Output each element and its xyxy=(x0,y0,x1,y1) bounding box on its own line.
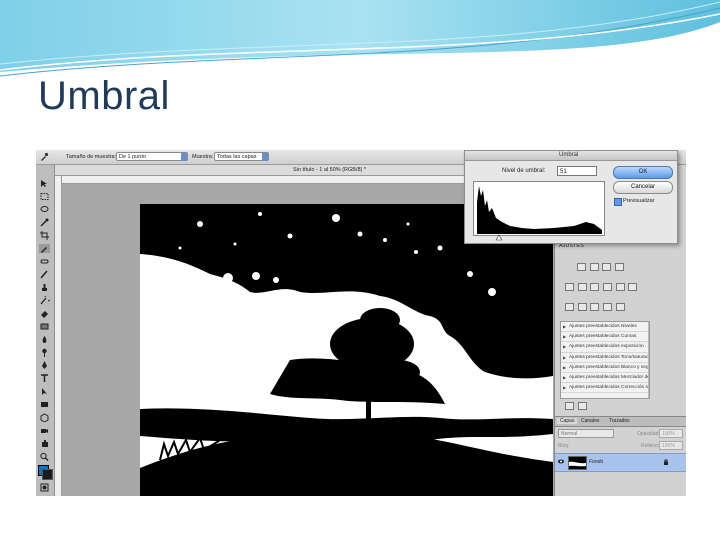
opacity-label: Opacidad: xyxy=(637,431,660,437)
quick-select-tool-icon[interactable] xyxy=(39,218,50,227)
type-tool-icon[interactable] xyxy=(39,374,50,383)
lock-label: Bloq: xyxy=(558,443,570,449)
preset-item[interactable]: Ajustes preestablecidos exposición xyxy=(561,342,649,353)
fill-label: Relleno: xyxy=(641,443,660,449)
sample-size-select[interactable]: De 1 punto xyxy=(116,152,188,161)
curves-icon[interactable] xyxy=(602,263,612,271)
opacity-input[interactable]: 100% xyxy=(659,429,683,438)
sample-size-label: Tamaño de muestra: xyxy=(66,154,117,160)
preset-item[interactable]: Ajustes preestablecidos Curvas xyxy=(561,332,649,343)
threshold-level-input[interactable]: 51 xyxy=(557,166,597,176)
layer-name: Fondo xyxy=(589,459,604,465)
dialog-title: Umbral xyxy=(559,152,579,158)
layer-thumbnail xyxy=(568,456,587,470)
levels-icon[interactable] xyxy=(589,263,599,271)
gradient-map-icon[interactable] xyxy=(603,303,613,311)
lock-icon xyxy=(664,459,668,465)
threshold-level-label: Nivel de umbral: xyxy=(502,168,546,174)
dodge-tool-icon[interactable] xyxy=(39,348,50,357)
preset-item[interactable]: Ajustes preestablecidos Niveles xyxy=(561,322,649,333)
slide-header-decoration xyxy=(0,0,720,77)
adjustment-icons-row-1 xyxy=(577,263,626,271)
sample-value: Todas las capas xyxy=(217,154,257,160)
tab-channels[interactable]: Canales xyxy=(581,418,599,424)
3d-rotate-tool-icon[interactable] xyxy=(39,413,50,422)
vibrance-icon[interactable] xyxy=(565,283,574,291)
3d-camera-tool-icon[interactable] xyxy=(39,426,50,435)
photo-filter-icon[interactable] xyxy=(615,283,625,291)
eraser-tool-icon[interactable] xyxy=(39,309,50,318)
zoom-tool-icon[interactable] xyxy=(39,452,50,461)
black-white-icon[interactable] xyxy=(603,283,613,291)
preset-item[interactable]: Ajustes preestablecidos Blanco y negro xyxy=(561,363,649,373)
invert-icon[interactable] xyxy=(565,303,574,311)
channel-mixer-icon[interactable] xyxy=(628,283,638,291)
panel-bottom-icons xyxy=(565,402,589,410)
vertical-ruler xyxy=(55,176,62,496)
quick-mask-icon[interactable] xyxy=(39,483,50,492)
dialog-titlebar[interactable]: Umbral xyxy=(465,151,677,161)
tab-paths[interactable]: Trazados xyxy=(609,418,630,424)
clip-layer-icon[interactable] xyxy=(565,402,574,410)
threshold-dialog: Umbral Nivel de umbral: 51 OK Cancelar P… xyxy=(464,150,678,244)
color-balance-icon[interactable] xyxy=(590,283,600,291)
slide-title: Umbral xyxy=(38,74,170,118)
sample-size-value: De 1 punto xyxy=(119,154,146,160)
layer-row[interactable]: Fondo xyxy=(555,453,686,472)
path-selection-tool-icon[interactable] xyxy=(39,387,50,396)
cancel-button[interactable]: Cancelar xyxy=(613,181,673,194)
document-title: Sin título - 1 al 50% (RGB/8) * xyxy=(293,167,367,173)
history-brush-tool-icon[interactable] xyxy=(39,296,50,305)
preset-item[interactable]: Ajustes preestablecidos Mezclador de can… xyxy=(561,373,649,384)
eye-icon[interactable] xyxy=(558,459,564,464)
chevron-down-icon xyxy=(181,153,187,161)
gradient-tool-icon[interactable] xyxy=(39,322,50,331)
lasso-tool-icon[interactable] xyxy=(39,205,50,214)
brush-tool-icon[interactable] xyxy=(39,270,50,279)
threshold-histogram xyxy=(473,181,605,236)
preset-item[interactable]: Ajustes preestablecidos Corrección selec… xyxy=(561,383,649,394)
chevron-down-icon xyxy=(262,153,268,161)
photoshop-window: Tamaño de muestra: De 1 punto Muestra: T… xyxy=(36,150,686,496)
threshold-slider[interactable] xyxy=(473,234,603,241)
move-tool-icon[interactable] xyxy=(39,179,50,188)
fill-input[interactable]: 100% xyxy=(659,441,683,450)
adjustment-presets-list: Ajustes preestablecidos Niveles Ajustes … xyxy=(560,321,650,399)
preview-checkbox[interactable] xyxy=(614,198,622,206)
brightness-contrast-icon[interactable] xyxy=(577,263,586,271)
blur-tool-icon[interactable] xyxy=(39,335,50,344)
background-color-swatch[interactable] xyxy=(42,469,53,480)
eyedropper-icon[interactable] xyxy=(39,152,49,162)
exposure-icon[interactable] xyxy=(615,263,625,271)
threshold-icon[interactable] xyxy=(590,303,600,311)
healing-brush-tool-icon[interactable] xyxy=(39,257,50,266)
shape-tool-icon[interactable] xyxy=(39,400,50,409)
sample-select[interactable]: Todas las capas xyxy=(214,152,269,161)
ok-button[interactable]: OK xyxy=(613,166,673,179)
blend-mode-select[interactable]: Normal xyxy=(558,429,614,438)
tab-layers[interactable]: Capas xyxy=(557,418,578,424)
posterize-icon[interactable] xyxy=(577,303,587,311)
hand-tool-icon[interactable] xyxy=(39,439,50,448)
hue-saturation-icon[interactable] xyxy=(577,283,587,291)
preview-label: Previsualizar xyxy=(623,198,655,204)
pen-tool-icon[interactable] xyxy=(39,361,50,370)
eyedropper-tool-icon[interactable] xyxy=(39,244,50,253)
adjustment-icons-row-2 xyxy=(565,283,639,291)
crop-tool-icon[interactable] xyxy=(39,231,50,240)
clone-stamp-tool-icon[interactable] xyxy=(39,283,50,292)
visibility-icon[interactable] xyxy=(577,402,587,410)
toolbox xyxy=(36,165,55,496)
sample-label: Muestra: xyxy=(192,154,214,160)
presets-scrollbar[interactable] xyxy=(648,322,649,398)
threshold-image-canvas[interactable] xyxy=(140,204,553,496)
selective-color-icon[interactable] xyxy=(615,303,625,311)
adjustment-icons-row-3 xyxy=(565,303,627,311)
preset-item[interactable]: Ajustes preestablecidos Tono/saturación xyxy=(561,353,649,363)
marquee-tool-icon[interactable] xyxy=(39,192,50,201)
layers-panel-tabs: Capas Canales Trazados xyxy=(555,416,686,427)
